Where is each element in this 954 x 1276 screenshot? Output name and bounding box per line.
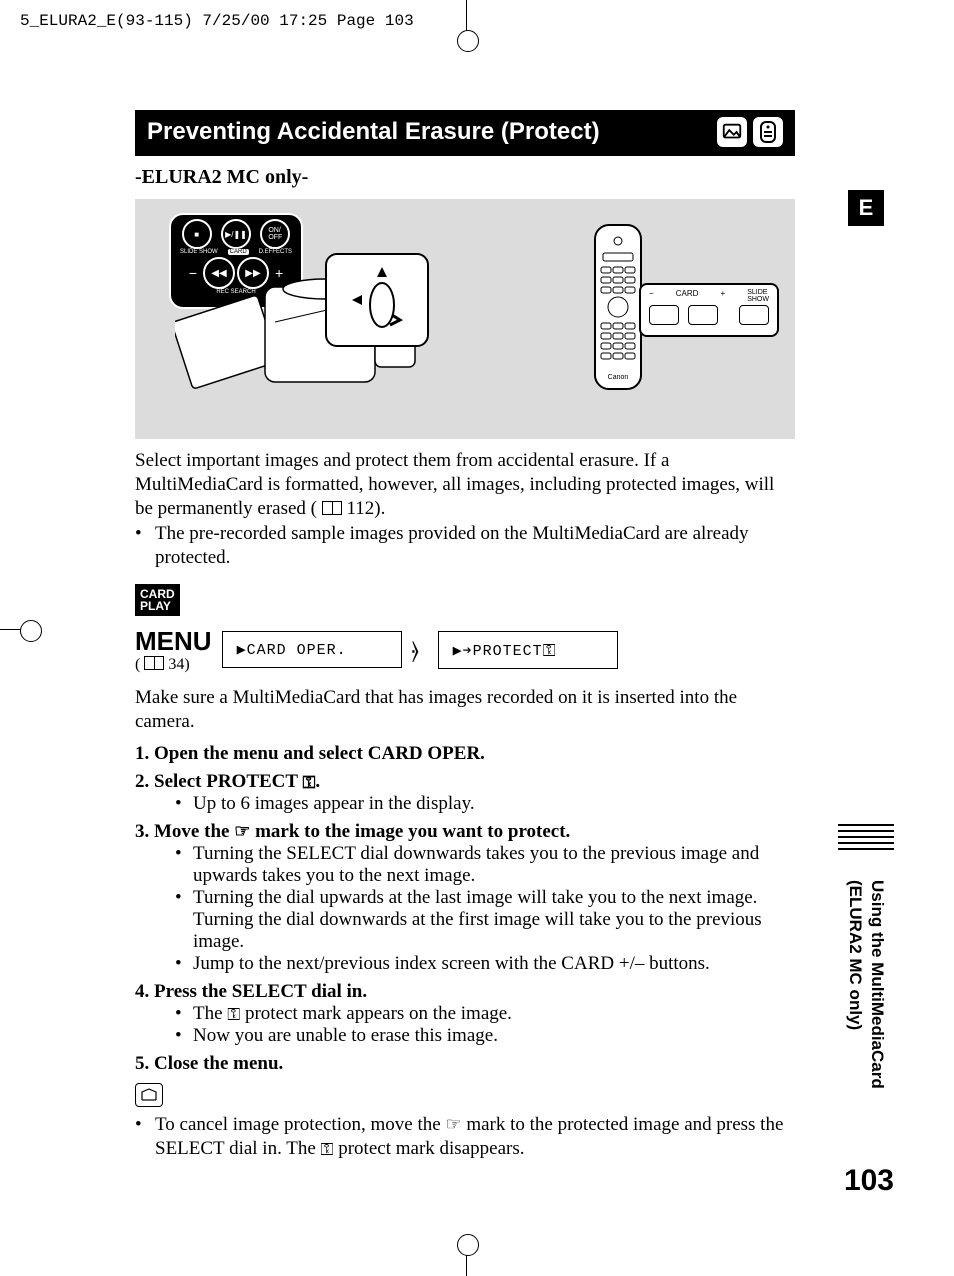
step-4-bullet-2-text: Now you are unable to erase this image. <box>193 1025 498 1047</box>
page-number: 103 <box>844 1164 894 1198</box>
card-label: CARD <box>228 249 249 255</box>
step-3-text-b: mark to the image you want to protect. <box>250 821 570 842</box>
intro-paragraph: Select important images and protect them… <box>135 449 795 520</box>
step-2-text: 2. Select PROTECT <box>135 771 302 792</box>
note-bullet: • To cancel image protection, move the ☞… <box>135 1113 795 1161</box>
card-play-icon <box>717 117 747 147</box>
crop-mark-top <box>452 0 482 40</box>
intro-bullet-text: The pre-recorded sample images provided … <box>155 522 795 570</box>
hand-pointer-icon: ☞ <box>234 821 250 842</box>
remote-plus-label: + <box>720 289 725 303</box>
step-4-bullet-1-text: The ⚿ protect mark appears on the image. <box>193 1003 512 1025</box>
key-icon: ⚿ <box>543 641 557 661</box>
select-dial-callout <box>325 253 429 347</box>
svg-text:Canon: Canon <box>608 374 629 381</box>
remote-card-label: CARD <box>676 289 699 303</box>
step-2-bullet-1-text: Up to 6 images appear in the display. <box>193 793 475 815</box>
step-3-bullet-2-text: Turning the dial upwards at the last ima… <box>193 887 795 953</box>
remote-icon <box>753 117 783 147</box>
deffects-label: D.EFFECTS <box>259 249 292 255</box>
section-title-bar: Preventing Accidental Erasure (Protect) <box>135 110 795 156</box>
intro-text-a: Select important images and protect them… <box>135 450 774 519</box>
on-off-button-icon: ON/ OFF <box>260 219 290 249</box>
remote-button-callout: − CARD + SLIDE SHOW <box>639 283 779 337</box>
menu-ref-num: 34) <box>168 656 189 673</box>
step-3-bullet-3-text: Jump to the next/previous index screen w… <box>193 953 710 975</box>
steps-list: 1. Open the menu and select CARD OPER. 2… <box>135 743 795 1075</box>
menu-label: MENU <box>135 626 212 657</box>
menu-box-card-oper: ▶CARD OPER. <box>222 631 402 668</box>
step-3-bullet-1: •Turning the SELECT dial downwards takes… <box>175 843 795 887</box>
card-play-mode-badge: CARD PLAY <box>135 584 180 616</box>
remote-btn-3 <box>739 305 769 325</box>
lead-text: Make sure a MultiMediaCard that has imag… <box>135 686 795 734</box>
step-3-bullet-2: •Turning the dial upwards at the last im… <box>175 887 795 953</box>
section-title-text: Preventing Accidental Erasure (Protect) <box>147 118 600 146</box>
menu-ref: ( 34) <box>135 655 212 674</box>
remote-btn-2 <box>688 305 718 325</box>
remote-btn-1 <box>649 305 679 325</box>
intro-ref-text: 112). <box>347 498 386 519</box>
page-content: Preventing Accidental Erasure (Protect) … <box>135 110 795 1161</box>
side-section-label: Using the MultiMediaCard(ELURA2 MC only) <box>844 880 892 1120</box>
title-mode-icons <box>717 117 783 147</box>
model-subtitle: -ELURA2 MC only- <box>135 166 795 189</box>
crop-mark-bottom <box>452 1236 482 1276</box>
chevron-icon: ⦒ <box>412 633 428 667</box>
step-4: 4. Press the SELECT dial in. <box>135 981 795 1003</box>
step-2-bullet-1: •Up to 6 images appear in the display. <box>175 793 795 815</box>
remote-illustration: Canon <box>591 223 645 393</box>
illustration-panel: ■ ▶/❚❚ ON/ OFF SLIDE SHOW CARD D.EFFECTS… <box>135 199 795 439</box>
step-5: 5. Close the menu. <box>135 1053 795 1075</box>
step-3: 3. Move the ☞ mark to the image you want… <box>135 821 795 843</box>
play-pause-button-icon: ▶/❚❚ <box>221 219 251 249</box>
step-3-bullet-1-text: Turning the SELECT dial downwards takes … <box>193 843 795 887</box>
menu-box-protect: ▶➔PROTECT⚿ <box>438 631 618 669</box>
crop-mark-left <box>0 615 40 645</box>
step-2: 2. Select PROTECT ⚿. <box>135 771 795 793</box>
side-thumb-lines <box>838 820 894 854</box>
book-ref-icon <box>322 501 342 515</box>
print-job-header: 5_ELURA2_E(93-115) 7/25/00 17:25 Page 10… <box>20 12 414 30</box>
remote-minus-label: − <box>649 289 654 303</box>
menu-breadcrumb: MENU ( 34) ▶CARD OPER. ⦒ ▶➔PROTECT⚿ <box>135 626 795 674</box>
note-text: To cancel image protection, move the ☞ m… <box>155 1113 795 1161</box>
key-icon: ⚿ <box>227 1005 240 1025</box>
language-tab: E <box>848 190 884 226</box>
step-2-end: . <box>315 771 320 792</box>
step-4-bullet-2: •Now you are unable to erase this image. <box>175 1025 795 1047</box>
intro-bullet: • The pre-recorded sample images provide… <box>135 522 795 570</box>
stop-button-icon: ■ <box>182 219 212 249</box>
notes-icon <box>135 1083 163 1107</box>
step-1: 1. Open the menu and select CARD OPER. <box>135 743 795 765</box>
key-icon: ⚿ <box>302 773 315 793</box>
step-3-text-a: 3. Move the <box>135 821 234 842</box>
key-icon: ⚿ <box>321 1139 334 1160</box>
hand-pointer-icon: ☞ <box>445 1113 461 1136</box>
side-section-line1: Using the MultiMediaCard <box>868 880 887 1089</box>
step-4-bullet-1: •The ⚿ protect mark appears on the image… <box>175 1003 795 1025</box>
step-3-bullet-3: •Jump to the next/previous index screen … <box>175 953 795 975</box>
slideshow-label: SLIDE SHOW <box>180 249 218 255</box>
menu-box-protect-text: ▶➔PROTECT <box>453 643 543 660</box>
remote-slideshow-label: SLIDE SHOW <box>747 289 769 303</box>
side-section-line2: (ELURA2 MC only) <box>846 880 865 1030</box>
book-ref-icon-2 <box>144 656 164 670</box>
